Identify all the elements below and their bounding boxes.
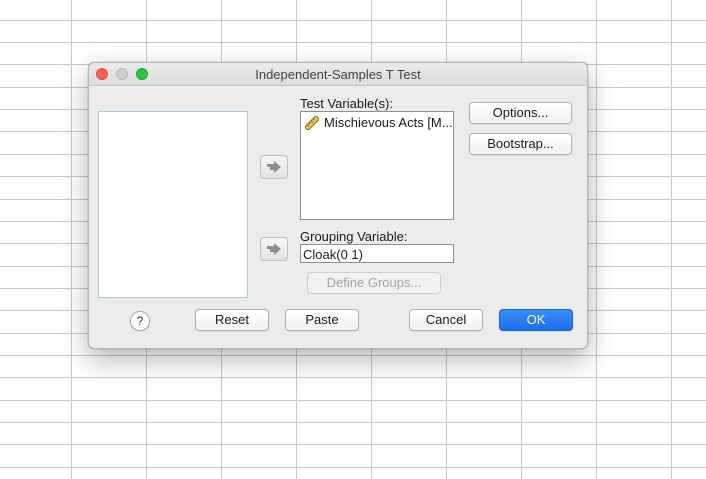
independent-samples-t-test-dialog: Independent-Samples T Test Test Variable… <box>88 62 588 349</box>
move-arrow-icon <box>267 243 281 255</box>
help-button[interactable]: ? <box>130 311 150 331</box>
reset-button[interactable]: Reset <box>195 309 269 331</box>
list-item[interactable]: Mischievous Acts [M... <box>305 115 453 130</box>
scale-ruler-icon <box>305 115 319 130</box>
options-button[interactable]: Options... <box>469 102 572 124</box>
bootstrap-button[interactable]: Bootstrap... <box>469 133 572 155</box>
test-variables-list[interactable]: Mischievous Acts [M... <box>300 111 454 220</box>
move-to-test-variables-button[interactable] <box>260 155 288 179</box>
move-arrow-icon <box>267 161 281 173</box>
move-to-grouping-variable-button[interactable] <box>260 237 288 261</box>
list-item-label: Mischievous Acts [M... <box>324 115 453 130</box>
source-variable-list[interactable] <box>98 111 248 298</box>
cancel-button[interactable]: Cancel <box>409 309 483 331</box>
paste-button[interactable]: Paste <box>285 309 359 331</box>
grouping-variable-field[interactable]: Cloak(0 1) <box>300 244 454 263</box>
define-groups-button[interactable]: Define Groups... <box>307 272 441 294</box>
test-variables-label: Test Variable(s): <box>300 96 393 111</box>
window-title: Independent-Samples T Test <box>255 67 421 82</box>
ok-button[interactable]: OK <box>499 309 573 331</box>
title-bar[interactable]: Independent-Samples T Test <box>89 63 587 86</box>
grouping-variable-label: Grouping Variable: <box>300 229 408 244</box>
